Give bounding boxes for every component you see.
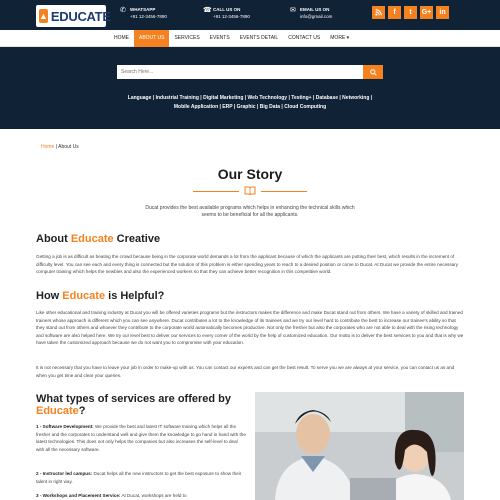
contact-title: EMAIL US ON: [300, 7, 330, 12]
rss-icon[interactable]: [372, 6, 385, 19]
page-title: Our Story: [217, 166, 283, 182]
search-input[interactable]: [117, 65, 363, 79]
phone-icon: ☎: [203, 7, 212, 14]
page-subtitle: Ducat provides the best available progra…: [145, 205, 355, 218]
course-tags: Language | Industrial Training | Digital…: [60, 94, 440, 112]
mail-icon: ✉: [290, 7, 296, 14]
service-item: 3 - Workshops and Placement Service: At …: [36, 493, 187, 498]
service-item: 2 - Instructor led campus: Ducat helps a…: [36, 471, 242, 484]
nav-events[interactable]: EVENTS: [205, 30, 235, 47]
divider-line: [261, 191, 307, 192]
nav-home[interactable]: HOME: [109, 30, 134, 47]
course-tags-line[interactable]: Language | Industrial Training | Digital…: [60, 94, 440, 103]
helpful-text: Like other educational and training indu…: [36, 310, 464, 345]
google-plus-icon[interactable]: G+: [420, 6, 433, 19]
search-button[interactable]: [363, 65, 383, 79]
contact-email[interactable]: ✉ EMAIL US ON info@gmail.com: [290, 6, 332, 20]
helpful-heading: How Educate is Helpful?: [36, 290, 165, 302]
divider-line: [193, 191, 239, 192]
book-icon: [243, 186, 257, 196]
contact-title: WHATSAPP: [130, 7, 156, 12]
nav-services[interactable]: SERVICES: [169, 30, 204, 47]
breadcrumb: Home | About Us: [41, 144, 79, 150]
contact-value: +91 12-3456-7890: [130, 14, 167, 19]
helpful-text-2: It is not necessary that you have to lea…: [36, 365, 455, 378]
course-tags-line[interactable]: Mobile Application | ERP | Graphic | Big…: [60, 103, 440, 112]
social-links: f t G+ in: [372, 6, 452, 19]
hero-banner: Language | Industrial Training | Digital…: [0, 47, 500, 129]
contact-phone[interactable]: ☎ CALL US ON +91 12-3456-7890: [203, 6, 250, 20]
nav-events-detail[interactable]: EVENTS DETAIL: [235, 30, 284, 47]
twitter-icon[interactable]: t: [404, 6, 417, 19]
nav-more[interactable]: MORE ▾: [325, 30, 354, 47]
students-photo: [255, 392, 464, 500]
graduation-cap-icon: ▲: [39, 9, 48, 23]
search-icon: [369, 68, 377, 76]
logo-text: EDUCATE: [50, 8, 111, 24]
contact-title: CALL US ON: [213, 7, 241, 12]
breadcrumb-home[interactable]: Home: [41, 144, 54, 150]
nav-contact-us[interactable]: CONTACT US: [283, 30, 325, 47]
about-text: Getting a job is as difficult as beating…: [36, 254, 459, 274]
services-heading: What types of services are offered by Ed…: [36, 393, 232, 417]
service-item: 1 - Software Development: We provide the…: [36, 424, 246, 452]
breadcrumb-current: About Us: [58, 144, 79, 150]
about-heading: About Educate Creative: [36, 233, 161, 245]
contact-value: info@gmail.com: [300, 14, 333, 19]
linkedin-icon[interactable]: in: [436, 6, 449, 19]
whatsapp-icon: ✆: [120, 7, 126, 14]
top-bar: ▲ EDUCATE ✆ WHATSAPP +91 12-3456-7890 ☎ …: [0, 0, 500, 30]
contact-whatsapp[interactable]: ✆ WHATSAPP +91 12-3456-7890: [120, 6, 167, 20]
nav-about-us[interactable]: ABOUT US: [134, 30, 170, 47]
contact-value: +91 12-3456-7890: [213, 14, 250, 19]
main-nav: HOME ABOUT US SERVICES EVENTS EVENTS DET…: [0, 30, 500, 47]
search-bar: [117, 65, 383, 79]
logo[interactable]: ▲ EDUCATE: [36, 5, 111, 27]
facebook-icon[interactable]: f: [388, 6, 401, 19]
